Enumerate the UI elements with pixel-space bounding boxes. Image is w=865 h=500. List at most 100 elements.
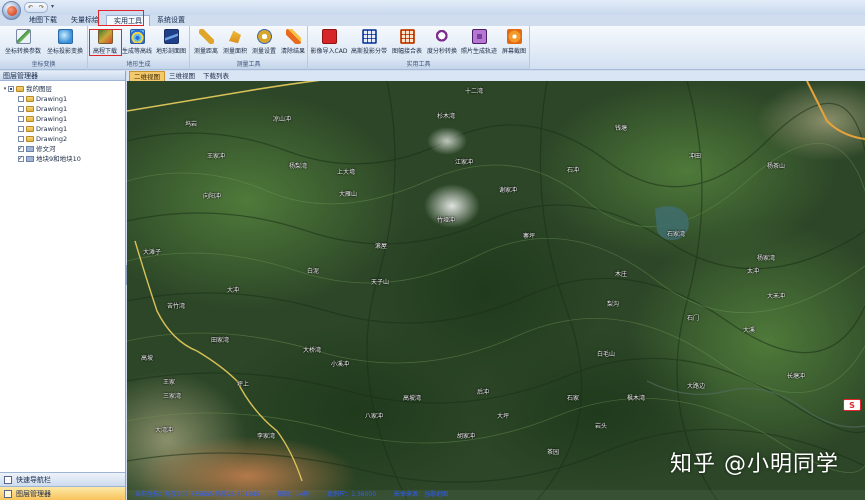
folder-icon	[26, 106, 34, 112]
photo-track-label: 照片生成轨迹	[460, 48, 497, 55]
cad-icon	[321, 29, 337, 44]
layer-checkbox[interactable]	[18, 126, 24, 132]
map-place-label: 茶园	[547, 449, 560, 456]
map-place-label: 向阳冲	[203, 193, 222, 200]
tree-item-label: Drawing1	[36, 115, 68, 123]
tab-download-list[interactable]: 下载列表	[199, 71, 233, 81]
layer-checkbox[interactable]	[8, 86, 14, 92]
photo-track-button[interactable]: 照片生成轨迹	[460, 27, 498, 59]
layer-checkbox[interactable]	[18, 144, 24, 154]
map-place-label: 杉木湾	[437, 113, 456, 120]
tab-system-settings[interactable]: 系统设置	[150, 15, 192, 26]
generate-contour-label: 生成等高线	[121, 48, 152, 55]
image-to-cad-label: 影像导入CAD	[310, 48, 348, 55]
group-utility: 影像导入CAD 高斯投影分带 图幅接合表 度分秒转换 照片生成轨迹 屏幕截图 实…	[308, 26, 530, 70]
contour-icon	[129, 29, 145, 44]
tree-item[interactable]: 修文河	[18, 144, 56, 154]
coordinate-params-label: 坐标转换参数	[4, 48, 41, 55]
tab-map-download[interactable]: 地图下载	[22, 15, 64, 26]
layer-tree: ▾ 我的图层 Drawing1 Drawing1 Drawing1 Drawin…	[0, 82, 125, 452]
status-source: 影像来源：谷歌地图	[393, 491, 448, 498]
ruler-icon	[198, 29, 214, 44]
image-to-cad-button[interactable]: 影像导入CAD	[310, 27, 348, 59]
map-place-label: 太冲	[747, 268, 760, 275]
quick-access-toolbar[interactable]: ↶ ↷	[24, 2, 48, 13]
gauss-zone-button[interactable]: 高斯投影分带	[349, 27, 389, 59]
map-place-label: 石家	[567, 395, 580, 402]
group-label-coordinate: 坐标变换	[0, 60, 87, 69]
measure-settings-button[interactable]: 测量设置	[250, 27, 278, 59]
map-place-label: 白毛山	[597, 351, 616, 358]
sheet-index-button[interactable]: 图幅接合表	[390, 27, 424, 59]
quick-nav-button[interactable]: 快速导航栏	[0, 472, 125, 486]
app-menu-button[interactable]	[2, 1, 21, 20]
sheet-table-icon	[399, 29, 415, 44]
tab-highlight-box	[98, 10, 144, 26]
map-place-label: 谢家冲	[499, 187, 518, 194]
customize-qat-icon[interactable]: ▾	[51, 3, 54, 10]
terrain-profile-button[interactable]: 地形剖面图	[154, 27, 188, 59]
measure-area-label: 测量面积	[222, 48, 247, 55]
map-place-label: 高坡湾	[403, 395, 422, 402]
layer-checkbox[interactable]	[18, 106, 24, 112]
tree-item[interactable]: Drawing1	[18, 124, 67, 134]
clear-results-button[interactable]: 清除结果	[279, 27, 307, 59]
redo-icon[interactable]: ↷	[39, 4, 44, 11]
tree-item-label: Drawing2	[36, 135, 68, 143]
map-place-label: 白泥	[307, 268, 320, 275]
generate-contour-button[interactable]: 生成等高线	[121, 27, 153, 59]
map-place-label: 高坡	[141, 355, 154, 362]
coordinate-params-button[interactable]: 坐标转换参数	[2, 27, 44, 59]
tree-item[interactable]: 地块9和地块10	[18, 154, 81, 164]
group-label-terrain: 地形生成	[88, 60, 189, 69]
undo-icon[interactable]: ↶	[28, 4, 33, 11]
map-place-label: 石家湾	[667, 231, 686, 238]
measure-distance-button[interactable]: 测量距离	[192, 27, 220, 59]
map-place-label: 田家湾	[211, 337, 230, 344]
screenshot-button[interactable]: 屏幕截图	[499, 27, 529, 59]
tree-item[interactable]: Drawing2	[18, 134, 67, 144]
layer-icon	[26, 146, 34, 152]
group-coordinate-transform: 坐标转换参数 坐标投影变换 坐标变换	[0, 26, 88, 70]
group-label-measure: 测量工具	[190, 60, 307, 69]
tab-2d-view[interactable]: 二维视图	[129, 71, 165, 81]
area-icon	[229, 30, 241, 44]
layer-manager-label: 图层管理器	[16, 489, 51, 498]
sogou-input-badge[interactable]: S	[843, 399, 861, 411]
layer-checkbox[interactable]	[18, 116, 24, 122]
map-place-label: 竹垭冲	[437, 217, 456, 224]
tree-item[interactable]: Drawing1	[18, 94, 67, 104]
satellite-map-view[interactable]: 十二湾 杉木湾 钱塘 凉山冲 坞岩 王家冲 杨梨湾 上大塆 江家冲 石冲 冲田 …	[127, 81, 865, 500]
tree-item[interactable]: Drawing1	[18, 114, 67, 124]
layer-checkbox[interactable]	[18, 96, 24, 102]
dms-convert-button[interactable]: 度分秒转换	[425, 27, 459, 59]
watermark: 知乎 @小明同学	[670, 452, 839, 477]
map-place-label: 后冲	[477, 389, 490, 396]
measure-settings-icon	[256, 29, 272, 44]
tree-item[interactable]: Drawing1	[18, 104, 67, 114]
map-place-label: 钱塘	[615, 125, 628, 132]
map-place-label: 大滩子	[143, 249, 162, 256]
globe-projection-icon	[57, 29, 73, 44]
projection-transform-button[interactable]: 坐标投影变换	[44, 27, 86, 59]
layer-checkbox[interactable]	[18, 154, 24, 164]
map-place-label: 大桥湾	[303, 347, 322, 354]
map-place-label: 岩头	[595, 423, 608, 430]
tab-3d-view[interactable]: 三维视图	[165, 71, 199, 81]
map-place-label: 寨坪	[523, 233, 536, 240]
layer-manager-tab-button[interactable]: 图层管理器	[0, 486, 125, 500]
tree-item-root[interactable]: ▾ 我的图层	[2, 84, 52, 94]
measure-area-button[interactable]: 测量面积	[221, 27, 249, 59]
layer-manager-panel: 图层管理器 ▾ 我的图层 Drawing1 Drawing1 Drawing1 …	[0, 71, 126, 500]
tree-item-label: Drawing1	[36, 105, 68, 113]
map-place-label: 滚屋	[375, 243, 388, 250]
map-place-label: 枫木湾	[627, 395, 646, 402]
map-place-label: 大路边	[687, 383, 706, 390]
tree-item-label: Drawing1	[36, 95, 68, 103]
layer-checkbox[interactable]	[18, 136, 24, 142]
map-place-label: 坞岩	[185, 121, 198, 128]
layer-icon	[26, 156, 34, 162]
map-place-label: 天子山	[371, 279, 390, 286]
map-place-label: 凉山冲	[273, 116, 292, 123]
group-label-utility: 实用工具	[308, 60, 529, 69]
